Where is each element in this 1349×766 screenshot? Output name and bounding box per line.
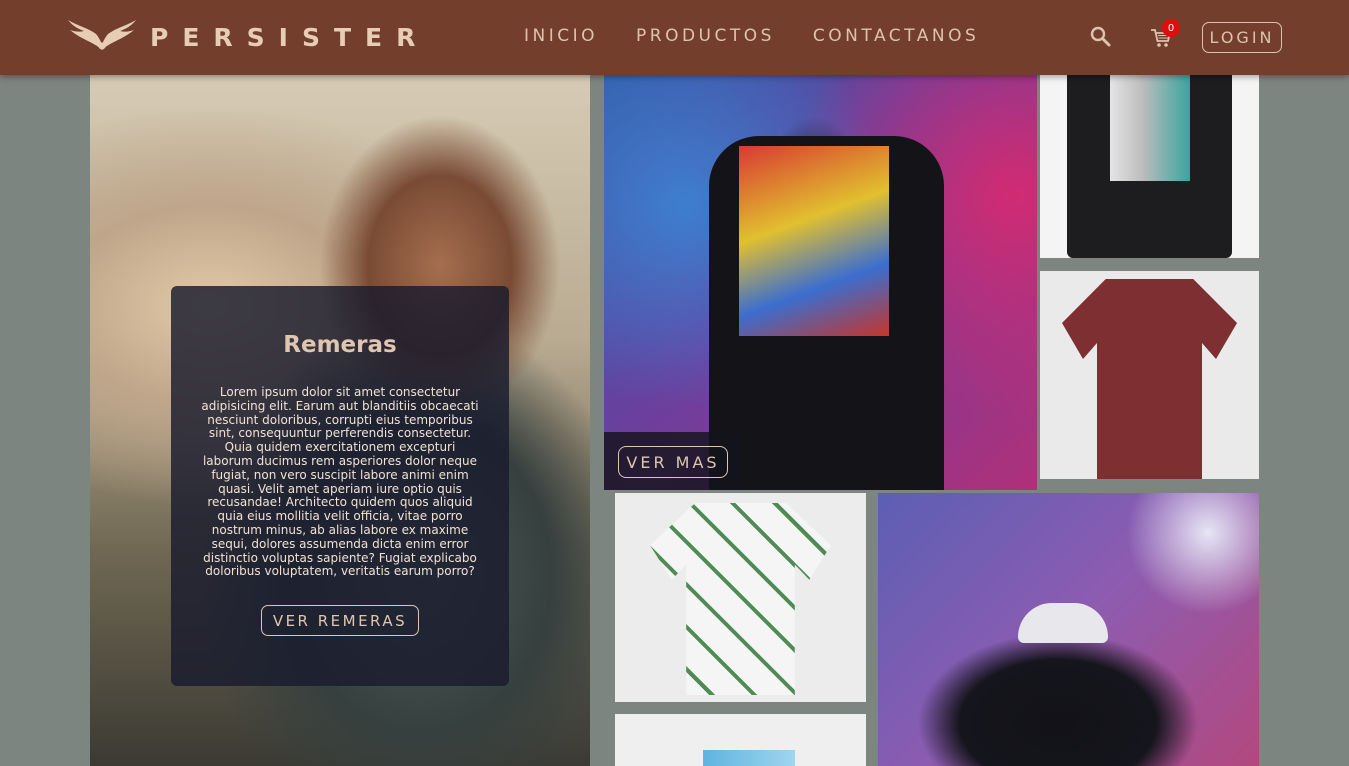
featured-neon-image: VER MAS <box>604 56 1037 490</box>
wings-logo-icon <box>68 20 136 50</box>
ver-mas-button[interactable]: VER MAS <box>618 446 728 478</box>
model-serious-shirt-image[interactable] <box>878 493 1259 766</box>
hero-description: Lorem ipsum dolor sit amet consectetur a… <box>201 385 479 579</box>
hero-remeras-tile: Remeras Lorem ipsum dolor sit amet conse… <box>90 56 590 766</box>
navbar: PERSISTER INICIO PRODUCTOS CONTACTANOS 0… <box>0 0 1349 75</box>
white-shirt-print <box>703 750 795 766</box>
palm-print <box>1110 66 1190 181</box>
cart-count-badge: 0 <box>1162 19 1180 37</box>
login-button[interactable]: LOGIN <box>1202 22 1282 53</box>
product-white-shirt-image[interactable] <box>615 714 866 766</box>
ver-mas-container: VER MAS <box>604 432 742 490</box>
ver-remeras-button[interactable]: VER REMERAS <box>261 605 419 637</box>
product-black-shirt-image[interactable] <box>1040 56 1259 258</box>
nav-productos[interactable]: PRODUCTOS <box>636 26 775 46</box>
main-nav: INICIO PRODUCTOS CONTACTANOS <box>524 26 1017 46</box>
hero-title: Remeras <box>283 332 397 358</box>
nav-inicio[interactable]: INICIO <box>524 26 598 46</box>
hero-overlay-card: Remeras Lorem ipsum dolor sit amet conse… <box>171 286 509 686</box>
search-button[interactable] <box>1090 26 1112 48</box>
palm-pattern-shirt <box>650 503 831 695</box>
nav-contactanos[interactable]: CONTACTANOS <box>813 26 979 46</box>
product-palm-shirt-image[interactable] <box>615 493 866 702</box>
maroon-shirt <box>1062 279 1237 479</box>
white-cap <box>1018 603 1108 643</box>
brand-name: PERSISTER <box>150 22 430 52</box>
search-icon <box>1090 26 1111 47</box>
brand[interactable]: PERSISTER <box>66 20 429 54</box>
shirt-back-print <box>739 146 889 336</box>
product-maroon-shirt-image[interactable] <box>1040 271 1259 479</box>
